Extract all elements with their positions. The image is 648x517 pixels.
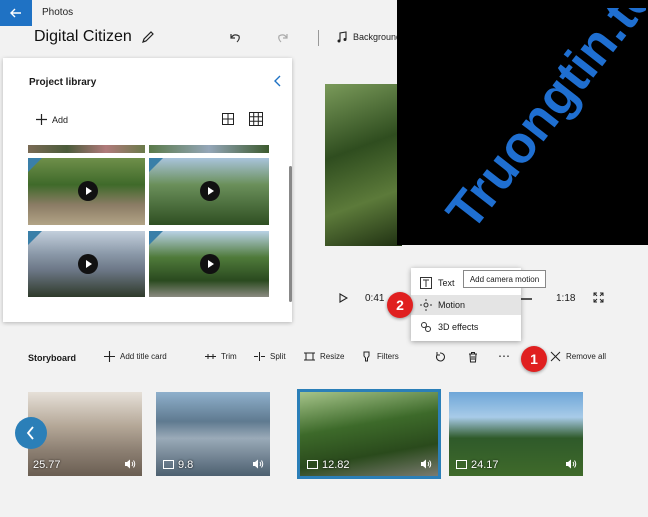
library-thumbnail[interactable] (149, 158, 269, 225)
storyboard-toolbar: Storyboard Add title card Trim Split Res… (0, 345, 648, 371)
header-divider (318, 30, 319, 46)
close-icon (550, 351, 561, 362)
plus-icon (104, 351, 115, 362)
trim-icon (205, 354, 216, 359)
undo-icon[interactable] (228, 30, 242, 44)
frame-icon (456, 460, 467, 469)
play-icon (78, 254, 98, 274)
trim-button[interactable]: Trim (205, 351, 237, 362)
split-label: Split (270, 352, 286, 361)
collapse-chevron-icon[interactable] (273, 75, 283, 87)
library-thumbnail[interactable] (149, 231, 269, 297)
play-icon (78, 181, 98, 201)
play-button[interactable] (338, 293, 348, 303)
trim-label: Trim (221, 352, 237, 361)
added-corner-marker (28, 158, 42, 172)
filters-label: Filters (377, 352, 399, 361)
redo-icon (278, 34, 288, 43)
library-thumbnail[interactable] (28, 158, 145, 225)
seek-track[interactable] (520, 298, 532, 300)
text-icon (420, 277, 432, 289)
delete-icon[interactable] (467, 351, 479, 363)
step-badge-1: 1 (521, 346, 547, 372)
play-icon (200, 254, 220, 274)
watermark-logo: Truongtin.top (436, 8, 646, 240)
added-corner-marker (149, 158, 163, 172)
project-title[interactable]: Digital Citizen (34, 28, 132, 46)
rotate-icon[interactable] (434, 351, 446, 363)
remove-all-label: Remove all (566, 352, 607, 361)
app-title: Photos (42, 7, 74, 18)
filters-button[interactable]: Filters (361, 351, 399, 362)
large-grid-view-icon[interactable] (222, 113, 234, 125)
storyboard-title: Storyboard (28, 353, 77, 363)
resize-button[interactable]: Resize (304, 351, 344, 362)
3d-effects-icon (421, 322, 431, 332)
menu-item-motion-label: Motion (438, 300, 466, 310)
fullscreen-icon[interactable] (593, 292, 604, 303)
music-note-icon (337, 31, 347, 43)
project-library-panel: Project library Add (3, 58, 292, 322)
storyboard-clip[interactable]: 9.8 (156, 392, 270, 476)
library-thumbnail[interactable] (28, 231, 145, 297)
current-time: 0:41 (365, 293, 385, 304)
background-music-button[interactable]: Background (353, 32, 401, 42)
volume-icon[interactable] (252, 459, 264, 469)
small-grid-view-icon[interactable] (249, 112, 263, 126)
menu-item-text-label: Text (438, 278, 455, 288)
library-scrollbar[interactable] (289, 166, 292, 302)
filters-icon (363, 351, 370, 362)
motion-icon (420, 299, 432, 311)
back-button[interactable] (0, 0, 32, 26)
clip-duration: 24.17 (471, 459, 499, 471)
watermark-text: Truongtin.top (436, 8, 646, 240)
scroll-left-button[interactable] (15, 417, 47, 449)
added-corner-marker (28, 231, 42, 245)
video-preview (325, 84, 402, 246)
frame-icon (307, 460, 318, 469)
project-library-title: Project library (29, 77, 97, 88)
tooltip: Add camera motion (463, 270, 546, 288)
storyboard-clip-selected[interactable]: 12.82 (297, 389, 441, 479)
add-media-button[interactable]: Add (36, 114, 68, 125)
frame-icon (163, 460, 174, 469)
more-options-button[interactable]: ⋯ (498, 349, 510, 363)
clip-duration: 25.77 (33, 459, 61, 471)
volume-icon[interactable] (124, 459, 136, 469)
library-thumbnail-partial[interactable] (149, 145, 269, 153)
step-badge-2: 2 (387, 292, 413, 318)
resize-label: Resize (320, 352, 345, 361)
add-title-card-label: Add title card (120, 352, 167, 361)
back-arrow-icon (10, 8, 21, 18)
menu-item-3d-effects[interactable]: 3D effects (411, 317, 521, 337)
resize-icon (304, 352, 315, 361)
menu-item-motion[interactable]: Motion (411, 295, 521, 315)
end-time: 1:18 (556, 293, 576, 304)
remove-all-button[interactable]: Remove all (550, 351, 606, 362)
split-button[interactable]: Split (254, 351, 286, 362)
clip-duration: 12.82 (322, 459, 350, 471)
add-label: Add (52, 114, 69, 125)
storyboard-clip[interactable]: 24.17 (449, 392, 583, 476)
plus-icon (36, 114, 47, 125)
chevron-left-icon (26, 426, 34, 440)
play-icon (200, 181, 220, 201)
split-icon (254, 352, 265, 361)
library-thumbnail-partial[interactable] (28, 145, 145, 153)
edit-pencil-icon[interactable] (140, 29, 156, 45)
volume-icon[interactable] (420, 459, 432, 469)
clip-duration: 9.8 (178, 459, 194, 471)
added-corner-marker (149, 231, 163, 245)
volume-icon[interactable] (565, 459, 577, 469)
menu-item-3d-label: 3D effects (438, 322, 479, 332)
add-title-card-button[interactable]: Add title card (104, 351, 167, 362)
